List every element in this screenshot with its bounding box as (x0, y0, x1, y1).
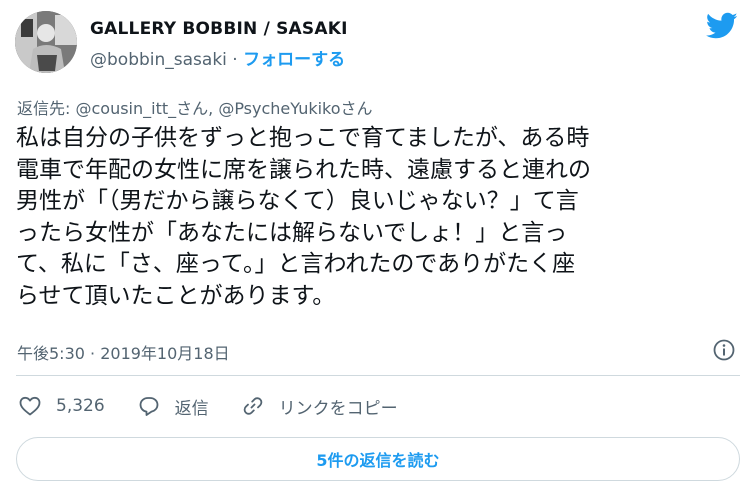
twitter-bird-icon[interactable] (706, 12, 738, 40)
mention-link[interactable]: @cousin_itt_さん (75, 99, 208, 118)
tweet-text-line: 私は自分の子供をずっと抱っこで育てましたが、ある時 (16, 125, 590, 151)
author-display-name[interactable]: GALLERY BOBBIN / SASAKI (90, 19, 348, 39)
tweet-date: 2019年10月18日 (100, 344, 230, 363)
tweet-timestamp[interactable]: 午後5:30 · 2019年10月18日 (17, 340, 230, 364)
timestamp-separator: · (84, 344, 101, 363)
heart-icon (19, 396, 41, 416)
tweet-time: 午後5:30 (17, 344, 85, 363)
copy-link-label: リンクをコピー (278, 398, 398, 419)
replying-to-prefix: 返信先: (17, 99, 76, 118)
divider (16, 375, 740, 376)
tweet-text-line: 電車で年配の女性に席を譲られた時、遠慮すると連れの (16, 156, 591, 183)
follow-button[interactable]: フォローする (243, 50, 345, 70)
mention-joiner: , (208, 99, 219, 118)
read-replies-button[interactable]: 5件の返信を読む (16, 437, 740, 481)
tweet-actions: 5,326 返信 リンクをコピー (18, 392, 424, 420)
author-handle[interactable]: @bobbin_sasaki (90, 50, 227, 70)
author-handle-row: @bobbin_sasaki · フォローする (90, 45, 345, 70)
reply-bubble-icon (139, 397, 159, 416)
mention-link[interactable]: @PsycheYukikoさん (218, 99, 372, 118)
tweet-text: 私は自分の子供をずっと抱っこで育てましたが、ある時 電車で年配の女性に席を譲られ… (16, 123, 741, 312)
copy-link-button[interactable]: リンクをコピー (241, 394, 398, 419)
reply-button[interactable]: 返信 (137, 394, 209, 419)
handle-separator: · (232, 50, 238, 70)
replying-to: 返信先: @cousin_itt_さん, @PsycheYukikoさん (17, 95, 373, 119)
tweet-text-line: ったら女性が「あなたには解らないでしょ！」と言っ (16, 219, 568, 246)
user-avatar-image (15, 11, 77, 73)
tweet-text-line: 男性が「（男だから譲らなくて）良いじゃない？」て言 (16, 188, 579, 214)
tweet-text-line: て、私に「さ、座って。」と言われたのでありがたく座 (16, 251, 576, 277)
link-icon (243, 397, 262, 415)
info-icon[interactable] (712, 338, 736, 362)
like-count: 5,326 (56, 396, 105, 416)
tweet-text-line: らせて頂いたことがあります。 (16, 282, 336, 309)
reply-label: 返信 (174, 398, 209, 419)
like-button[interactable]: 5,326 (18, 394, 105, 418)
avatar[interactable] (15, 11, 77, 73)
